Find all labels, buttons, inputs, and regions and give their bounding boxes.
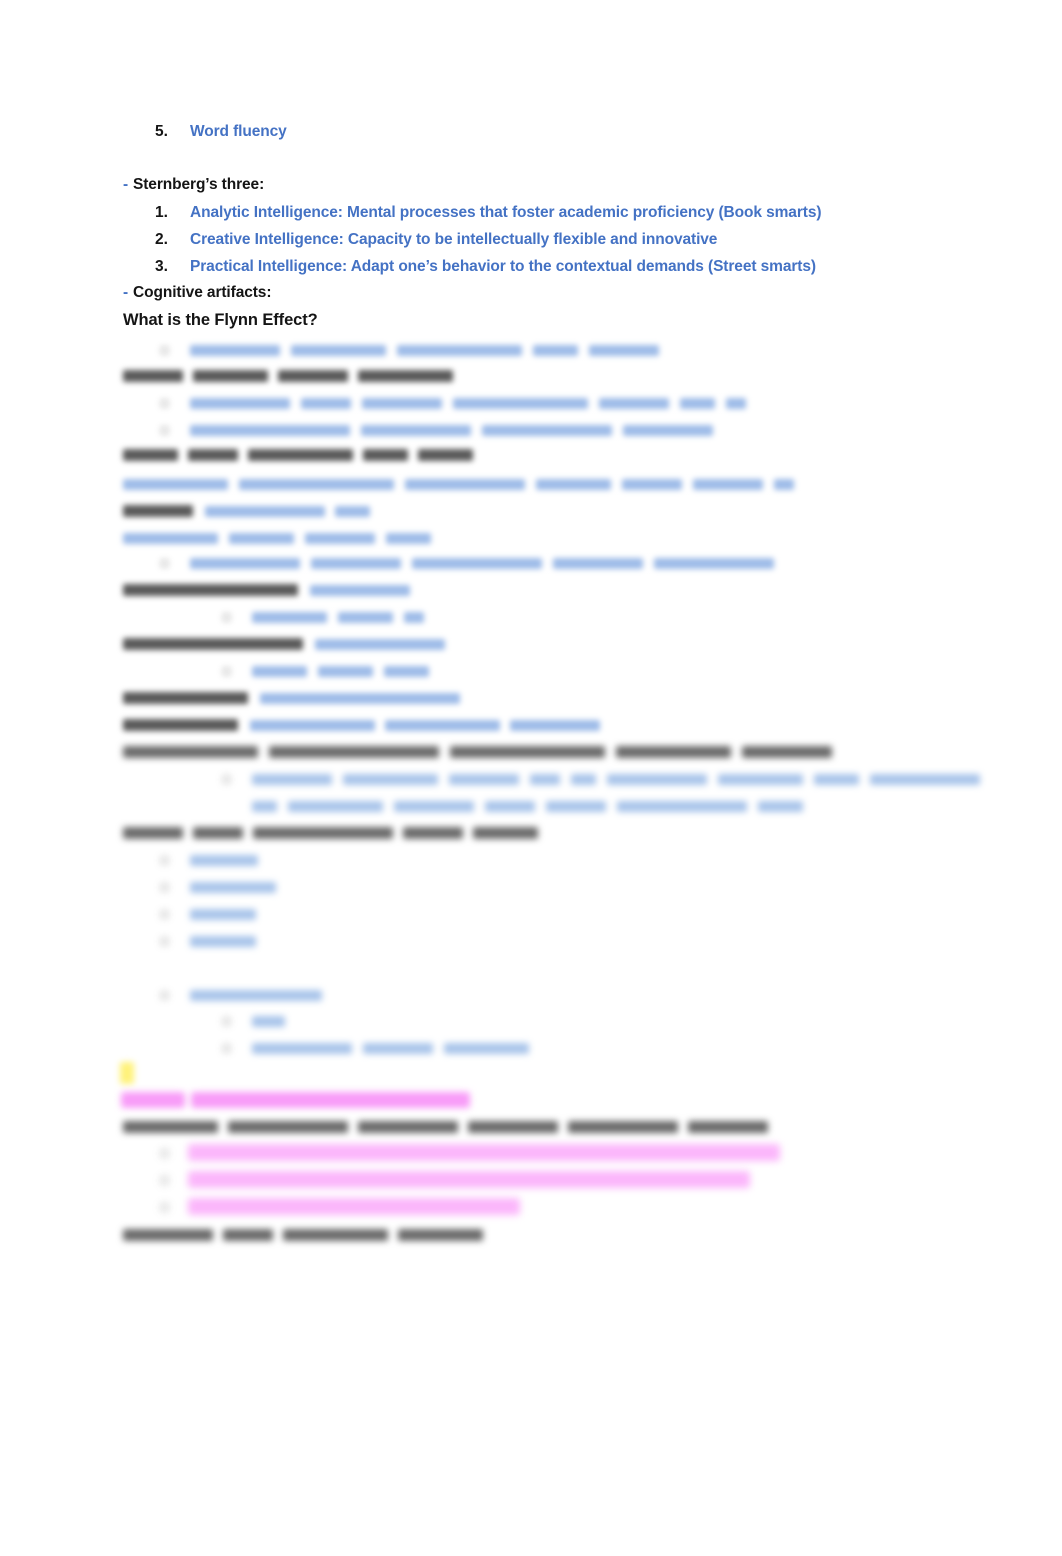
bullet-icon: □ <box>161 396 169 410</box>
bullet-icon: □ <box>161 1200 169 1214</box>
redacted-sensory-memory <box>190 556 774 574</box>
bullet-icon: □ <box>161 556 169 570</box>
bullet-icon: □ <box>161 1146 169 1160</box>
bullet-icon: □ <box>161 423 169 437</box>
redacted-magenta-heading <box>123 1093 468 1111</box>
redacted-change-stable <box>252 610 424 628</box>
redacted-expert-trait-4 <box>190 934 256 952</box>
bullet-icon: □ <box>161 880 169 894</box>
redacted-flynn-answer <box>190 343 659 361</box>
redacted-expert-trait-3 <box>190 907 256 925</box>
bullet-icon: □ <box>223 664 231 678</box>
redacted-alternate-coping <box>123 691 460 709</box>
redacted-magenta-bullet-3 <box>190 1200 518 1218</box>
bullet-icon: □ <box>223 1041 231 1055</box>
list-marker-1: 1. <box>155 204 168 221</box>
redacted-expert-trait-2 <box>190 880 276 898</box>
redacted-expert-trait-1 <box>190 853 258 871</box>
redacted-heading-crystallized <box>123 369 453 387</box>
dash-marker-cognitive-artifacts: - <box>123 284 129 301</box>
redacted-soc-paragraph-row1 <box>252 772 980 790</box>
redacted-monitoring-line <box>123 718 600 736</box>
redacted-heading-memory-question <box>123 448 473 466</box>
bullet-icon: □ <box>223 772 231 786</box>
redacted-expert-trait-5 <box>190 988 322 1006</box>
document-page: 5. Word fluency - Sternberg’s three: 1. … <box>0 0 1062 1556</box>
redacted-heading-big-five <box>123 1228 483 1246</box>
list-item-word-fluency: Word fluency <box>190 123 287 140</box>
redacted-soc-paragraph-row2 <box>252 799 803 817</box>
redacted-sub-item-a <box>252 1014 285 1032</box>
list-marker-2: 2. <box>155 231 168 248</box>
bullet-icon: □ <box>161 1173 169 1187</box>
sternberg-item-analytic: Analytic Intelligence: Mental processes … <box>190 204 822 221</box>
bullet-icon: □ <box>223 1014 231 1028</box>
redacted-crystallized-intelligence <box>190 423 713 441</box>
sternberg-item-practical: Practical Intelligence: Adapt one’s beha… <box>190 258 816 275</box>
bullet-icon: □ <box>161 853 169 867</box>
yellow-highlight-mark <box>120 1062 134 1084</box>
redacted-magenta-bullet-1 <box>190 1146 778 1164</box>
list-marker-5: 5. <box>155 123 168 140</box>
redacted-fluid-intelligence <box>190 396 746 414</box>
sternberg-item-creative: Creative Intelligence: Capacity to be in… <box>190 231 718 248</box>
redacted-magenta-bullet-2 <box>190 1173 748 1191</box>
bullet-icon: □ <box>161 343 169 357</box>
heading-flynn-effect: What is the Flynn Effect? <box>123 311 318 329</box>
list-marker-3: 3. <box>155 258 168 275</box>
redacted-memory-definition <box>123 477 794 495</box>
redacted-heading-question-2 <box>123 1120 768 1138</box>
redacted-encoding-line <box>123 531 431 549</box>
dash-marker-sternberg: - <box>123 176 129 193</box>
redacted-heading-expert-cognition <box>123 826 538 844</box>
redacted-think-relax <box>252 664 429 682</box>
redacted-memory-label <box>123 504 370 522</box>
redacted-emotion-focused-coping <box>123 637 445 655</box>
redacted-sub-item-b <box>252 1041 529 1059</box>
redacted-problem-focused-coping <box>123 583 410 601</box>
redacted-selective-optimization <box>123 745 832 763</box>
heading-cognitive-artifacts: Cognitive artifacts: <box>133 284 272 301</box>
bullet-icon: □ <box>161 988 169 1002</box>
bullet-icon: □ <box>223 610 231 624</box>
bullet-icon: □ <box>161 934 169 948</box>
heading-sternberg-three: Sternberg’s three: <box>133 176 265 193</box>
bullet-icon: □ <box>161 907 169 921</box>
